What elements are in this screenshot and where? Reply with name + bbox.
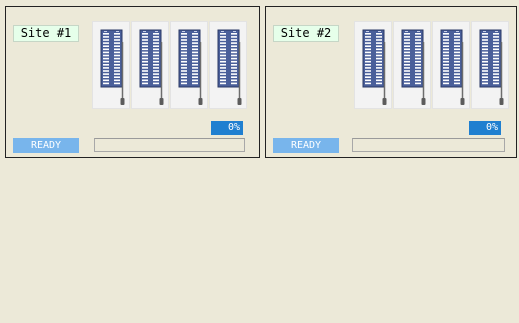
- zif-socket-icon[interactable]: [92, 21, 130, 109]
- site-panel-2[interactable]: Site #2 0% READY: [265, 6, 517, 158]
- site-label: Site #1: [13, 25, 79, 42]
- socket-row: [92, 21, 248, 109]
- status-badge: READY: [273, 138, 339, 153]
- zif-socket-icon[interactable]: [354, 21, 392, 109]
- zif-socket-icon[interactable]: [170, 21, 208, 109]
- site-label: Site #2: [273, 25, 339, 42]
- progress-bar: [352, 138, 505, 152]
- socket-row: [354, 21, 510, 109]
- zif-socket-icon[interactable]: [131, 21, 169, 109]
- zif-socket-icon[interactable]: [471, 21, 509, 109]
- progress-percent: 0%: [211, 121, 243, 135]
- progress-percent: 0%: [469, 121, 501, 135]
- programmer-window: Site #1 0% READY Site #2 0% READY: [0, 0, 519, 323]
- site-panel-1[interactable]: Site #1 0% READY: [5, 6, 260, 158]
- status-badge: READY: [13, 138, 79, 153]
- zif-socket-icon[interactable]: [432, 21, 470, 109]
- progress-bar: [94, 138, 245, 152]
- zif-socket-icon[interactable]: [209, 21, 247, 109]
- zif-socket-icon[interactable]: [393, 21, 431, 109]
